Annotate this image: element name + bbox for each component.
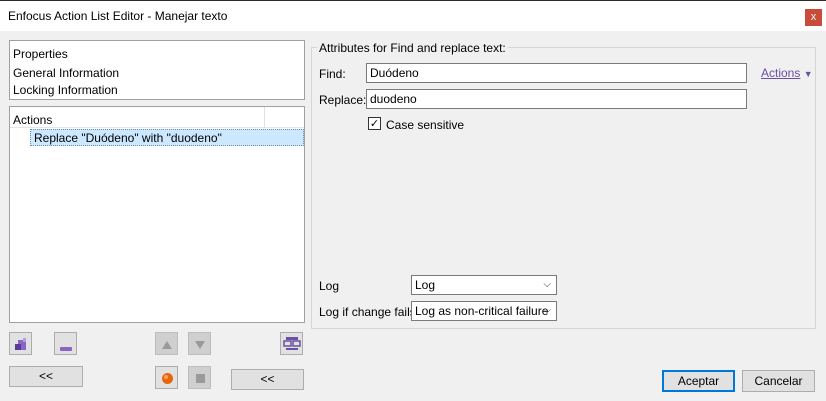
add-action-icon	[14, 337, 28, 351]
accept-button[interactable]: Aceptar	[662, 370, 735, 392]
action-item[interactable]: Replace "Duódeno" with "duodeno"	[30, 129, 304, 146]
window-title: Enfocus Action List Editor - Manejar tex…	[8, 9, 228, 23]
chevron-down-icon: ⌵	[543, 279, 551, 290]
add-action-button[interactable]	[9, 332, 32, 355]
record-icon	[161, 372, 174, 385]
stop-button[interactable]	[188, 366, 211, 389]
actions-link[interactable]: Actions ▼	[761, 66, 813, 80]
log-select[interactable]: Log ⌵	[411, 275, 557, 295]
collapse-left-button[interactable]: <<	[9, 366, 83, 387]
move-down-button[interactable]	[188, 332, 211, 355]
arrow-up-icon	[161, 339, 173, 349]
log-label: Log	[319, 279, 340, 293]
actions-header-row: Actions	[10, 107, 304, 128]
close-button[interactable]: x	[805, 9, 822, 26]
move-up-button[interactable]	[155, 332, 178, 355]
stop-icon	[196, 374, 205, 383]
minus-icon	[59, 341, 73, 351]
actions-link-label: Actions	[761, 66, 801, 80]
properties-panel: Properties General Information Locking I…	[9, 40, 305, 100]
properties-item-general[interactable]: General Information	[13, 66, 119, 80]
chevron-down-icon: ⌵	[543, 305, 551, 316]
column-divider	[264, 107, 265, 128]
caret-down-icon: ▼	[803, 69, 813, 79]
record-button[interactable]	[155, 366, 178, 389]
case-sensitive-label: Case sensitive	[386, 118, 465, 132]
log-if-fails-label: Log if change fails	[319, 305, 416, 319]
replace-label: Replace:	[319, 93, 367, 107]
log-if-fails-select[interactable]: Log as non-critical failure ⌵	[411, 301, 557, 321]
log-select-value: Log	[415, 278, 436, 292]
properties-header: Properties	[13, 47, 68, 61]
log-if-fails-value: Log as non-critical failure	[415, 304, 549, 318]
actions-panel: Actions Replace "Duódeno" with "duodeno"	[9, 106, 305, 323]
find-label: Find:	[319, 67, 346, 81]
properties-item-locking[interactable]: Locking Information	[13, 83, 118, 97]
collapse-mid-button[interactable]: <<	[231, 369, 304, 390]
action-item-label: Replace "Duódeno" with "duodeno"	[34, 131, 222, 145]
replace-input[interactable]: duodeno	[366, 89, 747, 109]
preview-button[interactable]	[280, 332, 303, 355]
find-input[interactable]: Duódeno	[366, 63, 747, 83]
cancel-button[interactable]: Cancelar	[742, 370, 815, 392]
case-sensitive-checkbox[interactable]: ✓	[368, 117, 381, 130]
actions-header: Actions	[13, 113, 53, 127]
arrow-down-icon	[194, 339, 206, 349]
remove-action-button[interactable]	[54, 332, 77, 355]
title-bar: Enfocus Action List Editor - Manejar tex…	[0, 1, 826, 31]
glasses-icon	[283, 336, 301, 352]
attributes-group-title: Attributes for Find and replace text:	[317, 41, 508, 55]
